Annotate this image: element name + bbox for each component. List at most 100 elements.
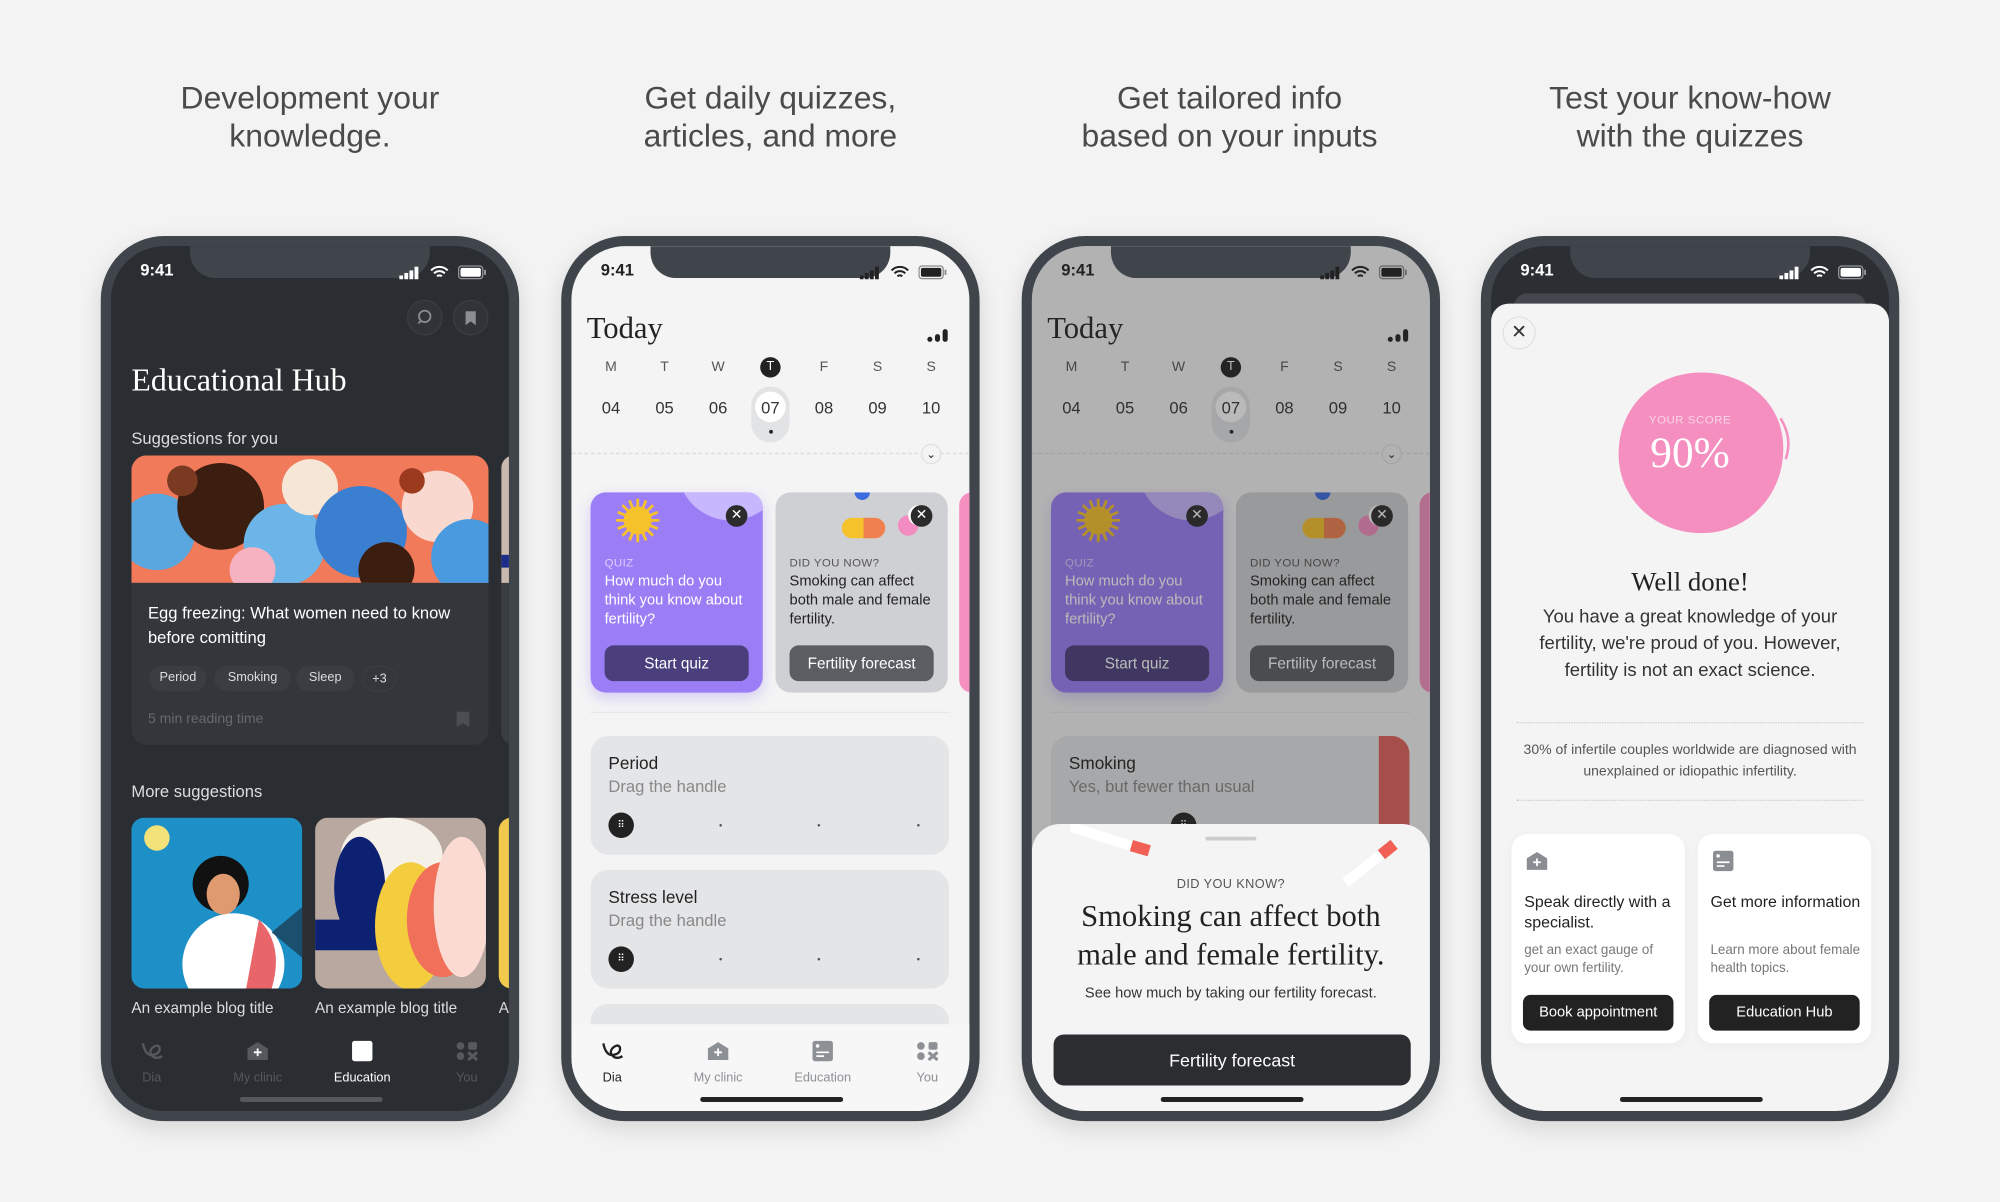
tab-dia[interactable]: Dia [571, 1040, 656, 1085]
status-time: 9:41 [600, 260, 634, 280]
cta-description: get an exact gauge of your own fertility… [1524, 942, 1654, 976]
article-title: Egg freezing: What women need to know be… [147, 603, 451, 647]
cta-title: Get more information [1710, 892, 1861, 911]
tab-my-clinic[interactable]: My clinic [673, 1040, 762, 1085]
next-card[interactable] [959, 492, 970, 693]
screen: 9:41 Educational Hub Suggestions for you… [110, 246, 509, 1111]
sheet-grabber[interactable] [1205, 836, 1257, 841]
tracker-hint: Drag the handle [608, 910, 727, 930]
home-indicator [1160, 1096, 1304, 1103]
slider-tick [817, 823, 821, 827]
notch [650, 246, 891, 279]
date-04[interactable]: 04 [592, 398, 630, 417]
status-icons [399, 263, 486, 286]
drag-handle[interactable]: ⠿ [608, 812, 634, 839]
wifi-icon [890, 265, 909, 278]
weekday-label: S [926, 359, 936, 375]
drag-handle[interactable]: ⠿ [608, 946, 634, 972]
book-appointment-button[interactable]: Book appointment [1522, 994, 1674, 1031]
close-button[interactable]: ✕ [1502, 316, 1536, 350]
blog-thumbnail[interactable] [498, 817, 509, 989]
cellular-signal-icon [1320, 266, 1340, 280]
clinic-icon [245, 1042, 271, 1068]
slider-tick [817, 957, 821, 961]
you-icon [454, 1042, 480, 1068]
slider-tick [719, 823, 722, 827]
blog-title[interactable]: A [499, 999, 509, 1017]
slider-tick [917, 957, 920, 961]
bookmarks-button[interactable] [452, 299, 489, 336]
education-icon [1710, 849, 1736, 878]
featured-article-card[interactable]: Egg freezing: What women need to know be… [131, 455, 489, 745]
blog-thumbnail[interactable] [131, 817, 303, 989]
blog-thumbnail[interactable] [315, 817, 486, 989]
dia-logo-icon [599, 1043, 625, 1068]
status-time: 9:41 [1061, 260, 1095, 280]
fertility-forecast-button[interactable]: Fertility forecast [1053, 1034, 1411, 1086]
tab-label: You [456, 1071, 478, 1086]
screen: 9:41 ✕ YOUR SCORE 90% Well done! You hav… [1491, 246, 1890, 1111]
date-08[interactable]: 08 [805, 398, 843, 417]
card-text: How much do you think you know about fer… [604, 573, 743, 628]
tab-my-clinic[interactable]: My clinic [213, 1040, 302, 1085]
date-06[interactable]: 06 [699, 398, 737, 417]
tag-chip[interactable]: Smoking [214, 665, 291, 692]
tab-education[interactable]: Education [778, 1040, 867, 1085]
more-tags-chip[interactable]: +3 [362, 665, 397, 692]
you-icon [915, 1042, 941, 1068]
search-icon [417, 309, 432, 324]
date-09[interactable]: 09 [858, 398, 896, 417]
start-quiz-button[interactable]: Start quiz [604, 645, 749, 682]
tab-dia[interactable]: Dia [111, 1040, 196, 1085]
education-hub-button[interactable]: Education Hub [1709, 994, 1860, 1031]
search-button[interactable] [406, 299, 443, 336]
tab-you[interactable]: You [883, 1040, 970, 1085]
phone-educational-hub: 9:41 Educational Hub Suggestions for you… [100, 235, 520, 1122]
sheet-headline: Smoking can affect both male and female … [1077, 900, 1385, 972]
screen: 9:41 Today M T W T F S S 04 05 06 07 08 09 10 ⌄ ✕ QUI… [571, 246, 970, 1111]
date-07[interactable]: 07 [751, 398, 789, 417]
tab-label: Education [333, 1071, 391, 1086]
clinic-icon [705, 1042, 731, 1068]
cta-description: Learn more about female health topics. [1710, 942, 1861, 976]
quiz-card[interactable]: ✕ QUIZ How much do you think you know ab… [590, 492, 763, 693]
status-icons [859, 263, 947, 286]
weekday-label: T [660, 359, 669, 375]
next-article-card[interactable] [501, 455, 509, 745]
result-title: Well done! [1631, 566, 1749, 597]
tab-you[interactable]: You [422, 1040, 509, 1086]
cellular-signal-icon [399, 266, 419, 280]
status-time: 9:41 [1520, 260, 1554, 280]
fertility-forecast-button[interactable]: Fertility forecast [789, 645, 934, 682]
blog-title[interactable]: An example blog title [131, 999, 273, 1017]
tab-education[interactable]: Education [318, 1040, 407, 1086]
tracker-title: Period [608, 753, 659, 773]
bookmark-icon [465, 311, 476, 326]
section-title: More suggestions [131, 781, 263, 802]
tag-chip[interactable]: Sleep [295, 665, 355, 692]
card-kicker: QUIZ [604, 556, 634, 569]
cigarette-illustration [1070, 823, 1151, 857]
caption-4: Test your know-how with the quizzes [1480, 79, 1901, 156]
date-10[interactable]: 10 [912, 398, 950, 417]
sheet-subtext: See how much by taking our fertility for… [1084, 985, 1377, 1002]
date-05[interactable]: 05 [645, 398, 683, 417]
phone-quiz-result: 9:41 ✕ YOUR SCORE 90% Well done! You hav… [1480, 235, 1900, 1122]
did-you-know-card[interactable]: ✕ DID YOU NOW? Smoking can affect both m… [775, 492, 948, 693]
chevron-down-icon: ⌄ [926, 447, 936, 461]
dismiss-button[interactable]: ✕ [725, 505, 748, 527]
expand-calendar-button[interactable]: ⌄ [920, 443, 942, 465]
article-illustration [131, 455, 489, 583]
bookmark-icon[interactable] [455, 710, 470, 728]
tag-chip[interactable]: Period [149, 665, 207, 692]
cta-card: Get more information Learn more about fe… [1697, 834, 1872, 1044]
dismiss-button[interactable]: ✕ [910, 505, 933, 527]
caption-3: Get tailored info based on your inputs [1019, 79, 1440, 156]
cycle-stats-icon[interactable] [926, 325, 952, 343]
event-dot [768, 429, 773, 434]
blog-title[interactable]: An example blog title [315, 999, 457, 1017]
card-kicker: DID YOU NOW? [789, 556, 880, 569]
weekday-label: F [819, 359, 829, 375]
tracker-hint: Drag the handle [608, 776, 727, 796]
weekday-label: W [711, 359, 725, 375]
